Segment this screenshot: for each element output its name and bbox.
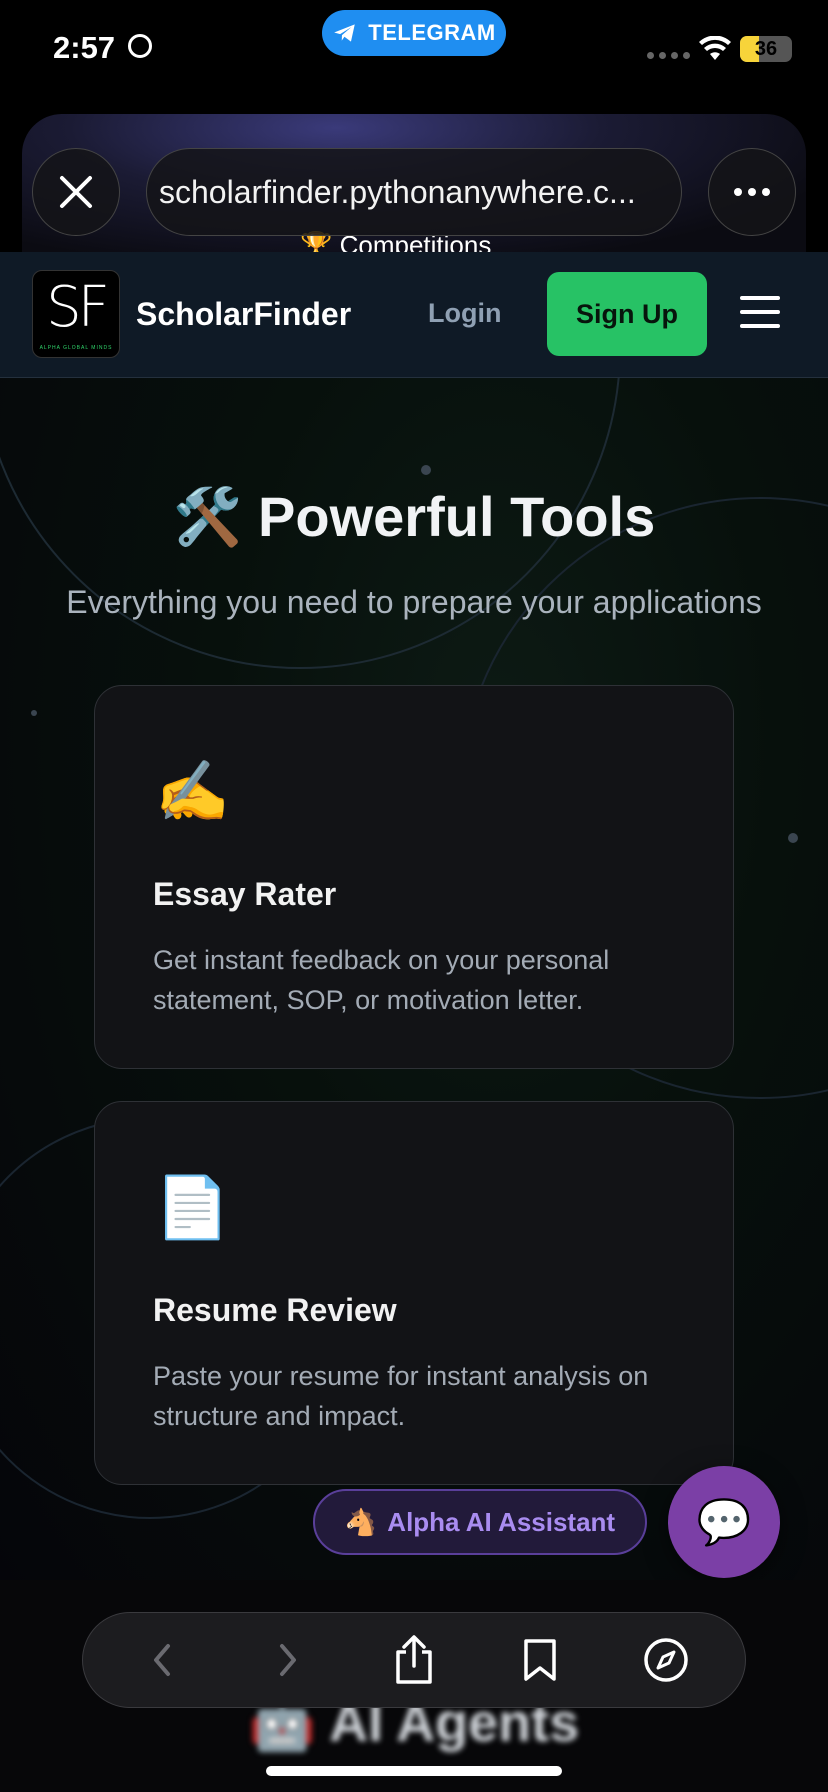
- login-link[interactable]: Login: [428, 298, 501, 329]
- cellular-signal-icon: [647, 52, 690, 59]
- ai-assistant-pill[interactable]: 🐴 Alpha AI Assistant: [313, 1489, 647, 1555]
- tool-card-description: Get instant feedback on your personal st…: [153, 945, 610, 1015]
- close-icon: [60, 176, 92, 208]
- url-text: scholarfinder.pythonanywhere.c...: [159, 173, 636, 210]
- battery-icon: 36: [740, 36, 792, 62]
- tool-card-description: Paste your resume for instant analysis o…: [153, 1361, 649, 1431]
- telegram-return-pill[interactable]: TELEGRAM: [322, 10, 506, 56]
- forward-icon: [280, 1644, 296, 1676]
- more-options-button[interactable]: [708, 148, 796, 236]
- horse-icon: 🐴: [344, 1506, 378, 1537]
- forward-button[interactable]: [243, 1620, 333, 1700]
- bookmarks-icon: [524, 1639, 556, 1681]
- close-browser-button[interactable]: [32, 148, 120, 236]
- battery-level: 36: [754, 38, 778, 60]
- logo[interactable]: SF ALPHA GLOBAL MINDS: [32, 270, 120, 358]
- focus-mode-icon: [128, 34, 152, 58]
- browser-bottom-area: 🤖 AI Agents: [0, 1580, 828, 1792]
- ai-assistant-label: Alpha AI Assistant: [387, 1506, 616, 1537]
- tool-card-title: Essay Rater: [153, 876, 337, 912]
- browser-toolbar: [82, 1612, 746, 1708]
- tool-card-essay-rater[interactable]: ✍️ Essay Rater Get instant feedback on y…: [94, 685, 734, 1069]
- chat-button[interactable]: 💬: [668, 1466, 780, 1578]
- compass-icon: [644, 1638, 688, 1682]
- writing-hand-icon: ✍️: [155, 758, 230, 825]
- back-icon: [154, 1644, 170, 1676]
- status-time: 2:57: [53, 30, 116, 65]
- share-icon: [396, 1635, 432, 1684]
- chat-bubble-icon: 💬: [696, 1498, 752, 1547]
- section-subtitle: Everything you need to prepare your appl…: [66, 584, 762, 620]
- more-icon: [734, 188, 742, 196]
- url-bar[interactable]: scholarfinder.pythonanywhere.c...: [146, 148, 682, 236]
- menu-icon[interactable]: [740, 296, 780, 328]
- wifi-icon: [699, 36, 731, 60]
- tool-card-title: Resume Review: [153, 1292, 397, 1328]
- site-navbar: SF ALPHA GLOBAL MINDS ScholarFinder Logi…: [0, 252, 828, 378]
- document-icon: 📄: [155, 1174, 230, 1241]
- logo-mark: SF: [46, 275, 110, 340]
- brand-name[interactable]: ScholarFinder: [136, 296, 351, 333]
- status-bar: 2:57 TELEGRAM 36: [0, 0, 828, 110]
- telegram-label: TELEGRAM: [368, 20, 496, 45]
- logo-tagline: ALPHA GLOBAL MINDS: [39, 345, 113, 351]
- home-indicator: [266, 1766, 562, 1776]
- main-content: 🛠️ Powerful Tools Everything you need to…: [0, 378, 828, 1580]
- signup-label: Sign Up: [576, 298, 678, 329]
- compass-button[interactable]: [621, 1620, 711, 1700]
- back-button[interactable]: [117, 1620, 207, 1700]
- telegram-icon: [334, 24, 356, 42]
- tool-card-resume-review[interactable]: 📄 Resume Review Paste your resume for in…: [94, 1101, 734, 1485]
- bookmarks-button[interactable]: [495, 1620, 585, 1700]
- share-button[interactable]: [369, 1620, 459, 1700]
- section-title: 🛠️ Powerful Tools: [172, 485, 656, 548]
- signup-button[interactable]: Sign Up: [547, 272, 707, 356]
